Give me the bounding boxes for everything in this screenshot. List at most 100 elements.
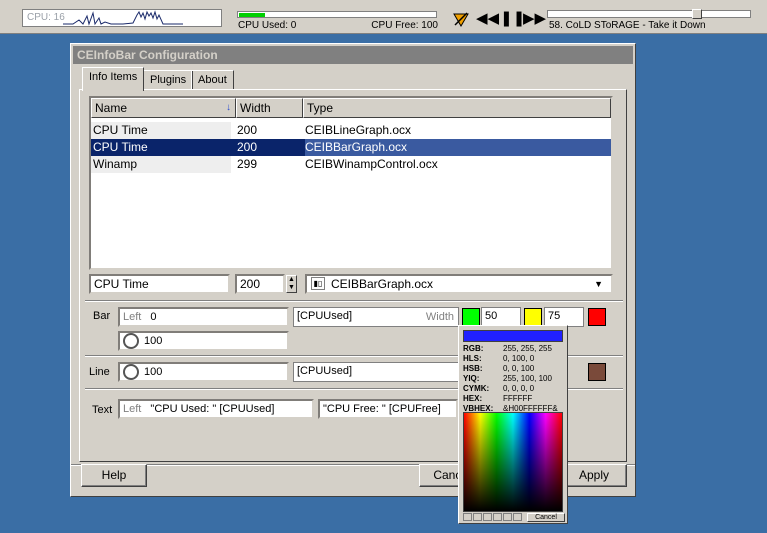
cpu-line-graph: CPU: 16 bbox=[22, 9, 222, 27]
tab-label: About bbox=[198, 74, 227, 86]
list-row[interactable]: CPU Time 200 CEIBLineGraph.ocx bbox=[91, 122, 611, 139]
cpu-graph-trace bbox=[63, 10, 183, 26]
row-type: CEIBLineGraph.ocx bbox=[305, 123, 412, 137]
picker-key: HEX: bbox=[463, 394, 483, 403]
column-header-name[interactable]: Name ↓ bbox=[91, 98, 236, 118]
custom-color-slot[interactable] bbox=[463, 513, 472, 521]
infobar: CPU: 16 CPU Used: 0 CPU Free: 100 ◀◀ ❚❚ … bbox=[0, 0, 767, 34]
line-interval-input[interactable]: 100 bbox=[118, 362, 289, 382]
row-width: 299 bbox=[237, 157, 258, 171]
picker-yiq-row: YIQ: 255, 100, 100 bbox=[463, 374, 552, 384]
cpu-bar-fill bbox=[239, 13, 265, 17]
picker-key: YIQ: bbox=[463, 374, 480, 383]
custom-color-slot[interactable] bbox=[493, 513, 502, 521]
cpu-free-text: CPU Free: 100 bbox=[371, 20, 438, 31]
column-header-width[interactable]: Width bbox=[236, 98, 303, 118]
name-input[interactable]: CPU Time bbox=[89, 274, 230, 294]
clock-icon bbox=[123, 364, 139, 380]
picker-key: HLS: bbox=[463, 354, 482, 363]
row-type: CEIBBarGraph.ocx bbox=[305, 139, 611, 156]
column-header-type[interactable]: Type bbox=[303, 98, 611, 118]
line-center-input[interactable]: [CPUUsed] bbox=[293, 362, 459, 382]
picker-key: CYMK: bbox=[463, 384, 490, 393]
clock-icon bbox=[123, 333, 139, 349]
row-name: CPU Time bbox=[91, 122, 231, 139]
text-left-value: "CPU Used: " [CPUUsed] bbox=[150, 403, 275, 415]
bar-center-input[interactable]: [CPUUsed] Width bbox=[293, 307, 459, 327]
items-list[interactable]: Name ↓ Width Type CPU Time 200 CEIBLineG… bbox=[89, 96, 613, 270]
cpu-bar-graph: CPU Used: 0 CPU Free: 100 bbox=[234, 9, 440, 31]
tab-plugins[interactable]: Plugins bbox=[143, 70, 194, 89]
help-button[interactable]: Help bbox=[81, 464, 147, 487]
next-icon[interactable]: ▶▶ bbox=[523, 10, 546, 28]
tab-about[interactable]: About bbox=[191, 70, 234, 89]
bar-color-swatch-3[interactable] bbox=[588, 308, 606, 326]
bar-left-caption: Left bbox=[123, 311, 142, 323]
ocx-icon: ▮▯ bbox=[311, 277, 325, 290]
divider bbox=[85, 300, 623, 302]
sort-arrow-icon: ↓ bbox=[226, 102, 231, 113]
text-label: Text bbox=[92, 404, 113, 416]
row-width: 200 bbox=[237, 140, 258, 154]
previous-icon[interactable]: ◀◀ bbox=[476, 10, 499, 28]
row-name: Winamp bbox=[91, 156, 231, 173]
bar-interval-input[interactable]: 100 bbox=[118, 331, 289, 351]
chevron-down-icon[interactable]: ▼ bbox=[594, 276, 603, 292]
picker-key: HSB: bbox=[463, 364, 483, 373]
tab-label: Plugins bbox=[150, 74, 187, 86]
now-playing: 58. CoLD SToRAGE - Take it Down bbox=[549, 20, 706, 31]
width-input[interactable]: 200 bbox=[235, 274, 285, 294]
color-spectrum[interactable] bbox=[463, 412, 563, 512]
bar-width2-input[interactable]: 75 bbox=[544, 307, 584, 327]
bar-color-swatch-1[interactable] bbox=[462, 308, 480, 326]
line-interval-value: 100 bbox=[144, 366, 163, 378]
color-picker-popup[interactable]: RGB: 255, 255, 255 HLS: 0, 100, 0 HSB: 0, 0… bbox=[458, 325, 568, 524]
seek-thumb[interactable] bbox=[692, 9, 702, 19]
custom-color-slot[interactable] bbox=[473, 513, 482, 521]
picker-value: 255, 100, 100 bbox=[503, 374, 552, 383]
custom-color-slot[interactable] bbox=[513, 513, 522, 521]
list-row[interactable]: Winamp 299 CEIBWinampControl.ocx bbox=[91, 156, 611, 173]
current-color-preview bbox=[463, 330, 563, 342]
picker-cancel-button[interactable]: Cancel bbox=[527, 513, 565, 522]
bar-width-caption: Width bbox=[425, 311, 454, 323]
seek-bar[interactable] bbox=[547, 9, 751, 19]
column-header-label: Type bbox=[307, 101, 334, 115]
list-row[interactable]: CPU Time 200 CEIBBarGraph.ocx bbox=[91, 139, 611, 156]
bar-color-swatch-2[interactable] bbox=[524, 308, 542, 326]
cpu-used-text: CPU Used: 0 bbox=[238, 20, 297, 31]
bar-center-value: [CPUUsed] bbox=[297, 310, 353, 322]
bar-interval-value: 100 bbox=[144, 335, 163, 347]
type-select-value: CEIBBarGraph.ocx bbox=[331, 277, 434, 291]
cpu-bar-track bbox=[237, 11, 437, 18]
bar-label: Bar bbox=[93, 310, 111, 322]
apply-button[interactable]: Apply bbox=[561, 464, 627, 487]
text-left-caption: Left bbox=[123, 403, 142, 415]
row-width: 200 bbox=[237, 123, 258, 137]
picker-rgb-row: RGB: 255, 255, 255 bbox=[463, 344, 552, 354]
picker-value: FFFFFF bbox=[503, 394, 533, 403]
custom-color-slot[interactable] bbox=[483, 513, 492, 521]
picker-cymk-row: CYMK: 0, 0, 0, 0 bbox=[463, 384, 534, 394]
type-select[interactable]: ▮▯ CEIBBarGraph.ocx ▼ bbox=[305, 274, 613, 294]
tab-info-items[interactable]: Info Items bbox=[82, 67, 145, 91]
tab-label: Info Items bbox=[89, 71, 138, 83]
picker-value: 0, 0, 100 bbox=[503, 364, 535, 373]
pause-icon[interactable]: ❚❚ bbox=[500, 10, 525, 28]
bar-width-input[interactable]: 50 bbox=[481, 307, 521, 327]
line-label: Line bbox=[89, 366, 110, 378]
picker-hex-row: HEX: FFFFFF bbox=[463, 394, 532, 404]
winamp-logo-icon[interactable] bbox=[452, 10, 470, 28]
row-name: CPU Time bbox=[93, 140, 148, 154]
picker-hls-row: HLS: 0, 100, 0 bbox=[463, 354, 534, 364]
width-spinner[interactable]: ▲ ▼ bbox=[286, 275, 297, 293]
picker-value: 255, 255, 255 bbox=[503, 344, 552, 353]
line-color-swatch[interactable] bbox=[588, 363, 606, 381]
title-bar[interactable]: CEInfoBar Configuration bbox=[73, 46, 633, 64]
picker-value: 0, 0, 0, 0 bbox=[503, 384, 535, 393]
custom-color-slot[interactable] bbox=[503, 513, 512, 521]
column-header-label: Width bbox=[240, 101, 271, 115]
text-right-input[interactable]: "CPU Free: " [CPUFree] bbox=[318, 399, 458, 419]
text-left-input[interactable]: Left "CPU Used: " [CPUUsed] bbox=[118, 399, 314, 419]
bar-left-input[interactable]: Left 0 bbox=[118, 307, 289, 327]
